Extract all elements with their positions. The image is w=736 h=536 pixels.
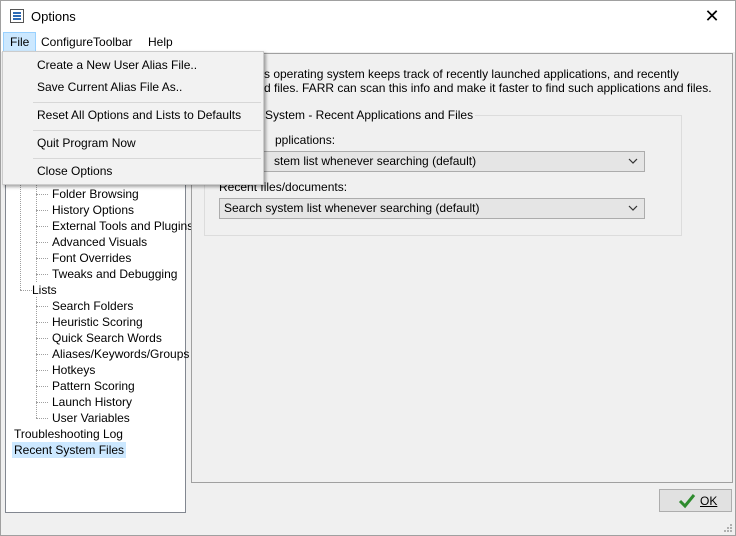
- tree-item-hotkeys[interactable]: Hotkeys: [50, 362, 97, 378]
- tree-item-history-options[interactable]: History Options: [50, 202, 136, 218]
- tree-connector: [36, 242, 48, 243]
- tree-item-font-overrides[interactable]: Font Overrides: [50, 250, 133, 266]
- menu-bar: File ConfigureToolbar Help: [1, 32, 735, 52]
- tree-item-quick-search-words[interactable]: Quick Search Words: [50, 330, 164, 346]
- tree-connector: [36, 210, 48, 211]
- tree-item-folder-browsing[interactable]: Folder Browsing: [50, 186, 141, 202]
- tree-connector: [36, 274, 48, 275]
- status-bar: [1, 517, 735, 535]
- chevron-down-icon: [628, 158, 638, 164]
- description-text: s operating system keeps track of recent…: [192, 67, 722, 95]
- apps-dropdown[interactable]: stem list whenever searching (default): [219, 151, 645, 172]
- content-panel: s operating system keeps track of recent…: [191, 53, 733, 483]
- menu-item-save-alias-file-as[interactable]: Save Current Alias File As..: [5, 76, 261, 98]
- tree-connector: [36, 322, 48, 323]
- menu-item-close-options[interactable]: Close Options: [5, 160, 261, 182]
- tree-item-aliases[interactable]: Aliases/Keywords/Groups: [50, 346, 191, 362]
- tree-connector: [36, 354, 48, 355]
- tree-connector: [36, 386, 48, 387]
- tree-connector: [36, 306, 48, 307]
- menu-separator: [33, 130, 261, 131]
- recent-files-group: System - Recent Applications and Files p…: [204, 108, 682, 236]
- group-title: System - Recent Applications and Files: [263, 108, 476, 122]
- tree-item-heuristic-scoring[interactable]: Heuristic Scoring: [50, 314, 145, 330]
- tree-connector: [36, 194, 48, 195]
- tree-item-tweaks-debugging[interactable]: Tweaks and Debugging: [50, 266, 179, 282]
- window-title: Options: [31, 9, 76, 24]
- tree-connector: [36, 226, 48, 227]
- menu-item-quit-program[interactable]: Quit Program Now: [5, 132, 261, 154]
- tree-item-recent-system-files[interactable]: Recent System Files: [12, 442, 127, 458]
- menu-item-reset-defaults[interactable]: Reset All Options and Lists to Defaults: [5, 104, 261, 126]
- resize-grip-icon[interactable]: [723, 523, 733, 533]
- title-bar: Options ✕: [1, 1, 735, 32]
- tree-connector: [36, 402, 48, 403]
- files-dropdown[interactable]: Search system list whenever searching (d…: [219, 198, 645, 219]
- description-line-2: d files. FARR can scan this info and mak…: [264, 81, 712, 95]
- tree-connector: [36, 258, 48, 259]
- tree-item-external-tools[interactable]: External Tools and Plugins: [50, 218, 195, 234]
- files-dropdown-value: Search system list whenever searching (d…: [224, 201, 480, 215]
- menu-help[interactable]: Help: [142, 32, 179, 52]
- tree-item-lists[interactable]: Lists: [30, 282, 59, 298]
- chevron-down-icon: [628, 205, 638, 211]
- tree-connector: [36, 370, 48, 371]
- menu-item-create-alias-file[interactable]: Create a New User Alias File..: [5, 54, 261, 76]
- tree-item-launch-history[interactable]: Launch History: [50, 394, 134, 410]
- file-menu-dropdown: Create a New User Alias File.. Save Curr…: [2, 51, 264, 185]
- close-icon[interactable]: ✕: [689, 1, 735, 32]
- tree-item-user-variables[interactable]: User Variables: [50, 410, 132, 426]
- tree-item-troubleshooting-log[interactable]: Troubleshooting Log: [12, 426, 125, 442]
- menu-file[interactable]: File: [3, 32, 37, 52]
- tree-item-pattern-scoring[interactable]: Pattern Scoring: [50, 378, 137, 394]
- tree-item-advanced-visuals[interactable]: Advanced Visuals: [50, 234, 149, 250]
- tree-connector: [36, 338, 48, 339]
- menu-separator: [33, 102, 261, 103]
- checkmark-icon: [678, 494, 696, 509]
- apps-label: pplications:: [275, 133, 336, 147]
- app-icon: [10, 9, 24, 23]
- options-window: Options ✕ File ConfigureToolbar Help Fol…: [0, 0, 736, 536]
- ok-button[interactable]: OK: [659, 489, 732, 512]
- tree-connector: [36, 297, 37, 418]
- tree-connector: [36, 418, 48, 419]
- ok-label: OK: [700, 494, 718, 508]
- tree-item-search-folders[interactable]: Search Folders: [50, 298, 135, 314]
- menu-separator: [33, 158, 261, 159]
- menu-configure-toolbar[interactable]: ConfigureToolbar: [35, 32, 138, 52]
- description-line-1: s operating system keeps track of recent…: [264, 67, 679, 81]
